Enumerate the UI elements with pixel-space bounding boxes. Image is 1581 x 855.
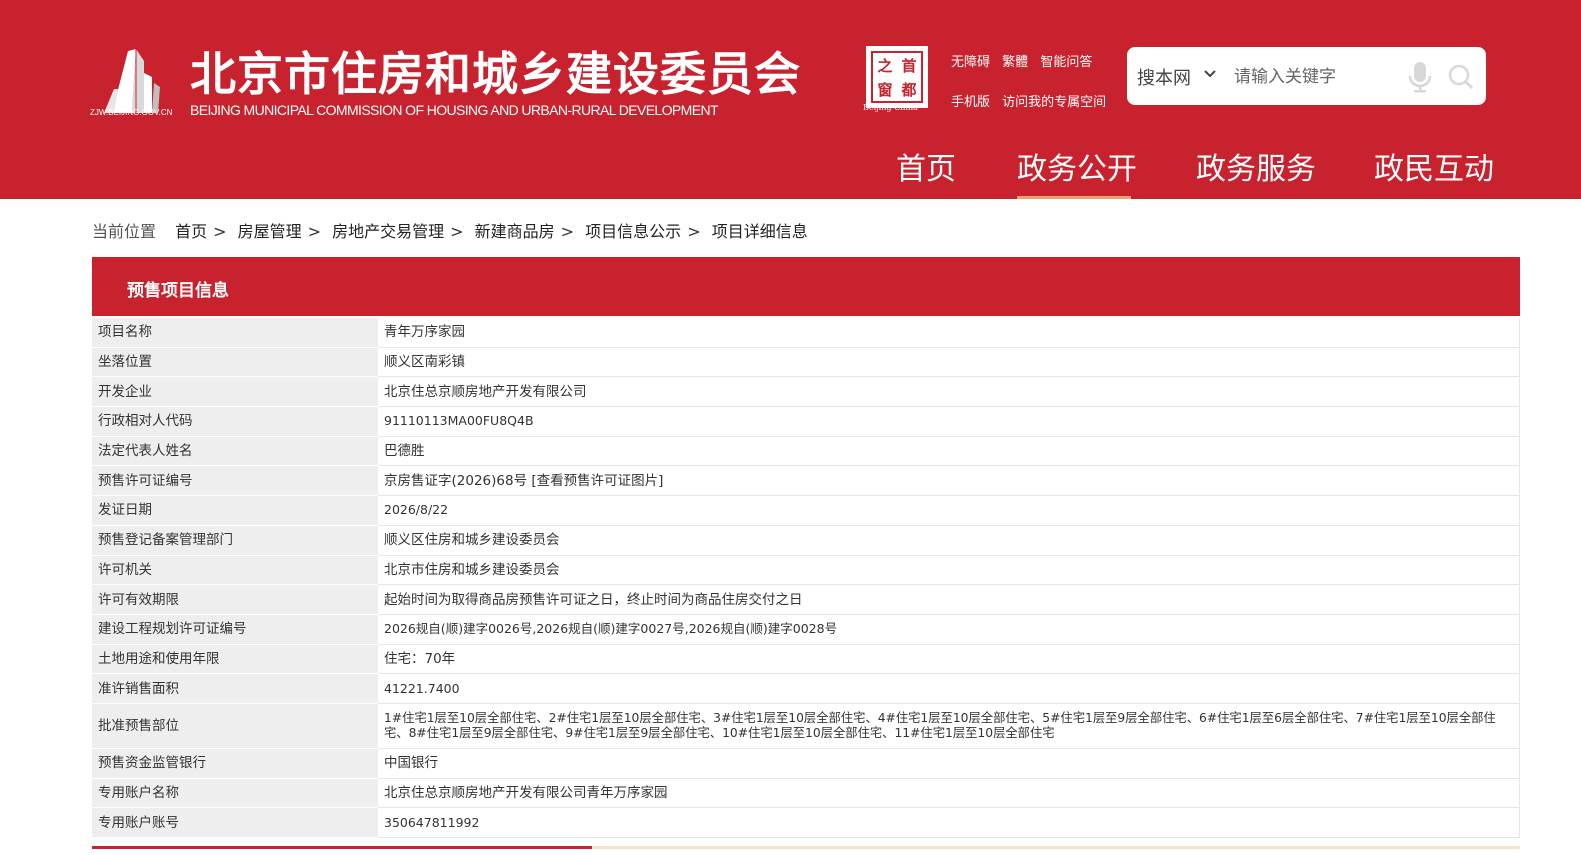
seal-caption: Beijing-China (863, 103, 918, 112)
row-value: 青年万序家园 (378, 318, 1520, 348)
search-scope-select[interactable]: 搜本网 (1137, 64, 1191, 90)
view-permit-image-link[interactable]: [查看预售许可证图片] (531, 473, 663, 489)
panel-header: 预售项目信息 (92, 257, 1520, 316)
seal-char: 窗 (877, 80, 893, 99)
row-value: 2026规自(顺)建字0026号,2026规自(顺)建字0027号,2026规自… (378, 614, 1520, 645)
row-label: 项目名称 (92, 318, 378, 348)
row-value: 巴德胜 (378, 436, 1520, 467)
table-row: 专用账户名称 北京住总京顺房地产开发有限公司青年万序家园 (92, 778, 1520, 809)
row-label: 开发企业 (92, 376, 378, 408)
row-value: 北京住总京顺房地产开发有限公司青年万序家园 (378, 778, 1520, 809)
capital-window-seal-icon[interactable]: 之 首 窗 都 (866, 46, 928, 108)
row-value: 1#住宅1层至10层全部住宅、2#住宅1层至10层全部住宅、3#住宅1层至10层… (378, 703, 1520, 749)
top-links: 无障碍 繁體 智能问答 手机版 访问我的专属空间 (951, 51, 1114, 131)
row-value: 北京市住房和城乡建设委员会 (378, 555, 1520, 586)
row-label: 批准预售部位 (92, 703, 378, 749)
row-label: 预售许可证编号 (92, 465, 378, 497)
personal-space-link[interactable]: 访问我的专属空间 (1002, 95, 1106, 110)
table-row: 预售登记备案管理部门 顺义区住房和城乡建设委员会 (92, 525, 1520, 556)
table-row: 项目名称 青年万序家园 (92, 318, 1520, 348)
row-label: 专用账户名称 (92, 778, 378, 809)
row-value: 91110113MA00FU8Q4B (378, 406, 1520, 437)
breadcrumb-item[interactable]: 新建商品房 (475, 222, 555, 241)
bottom-divider-light (592, 846, 1520, 849)
smart-qa-link[interactable]: 智能问答 (1040, 55, 1092, 70)
row-label: 建设工程规划许可证编号 (92, 614, 378, 645)
breadcrumb-item[interactable]: 首页 (175, 222, 207, 241)
nav-home[interactable]: 首页 (896, 144, 956, 188)
site-title[interactable]: 北京市住房和城乡建设委员会 (190, 38, 801, 104)
row-label: 土地用途和使用年限 (92, 644, 378, 675)
table-row: 坐落位置 顺义区南彩镇 (92, 347, 1520, 378)
table-row: 预售资金监管银行 中国银行 (92, 748, 1520, 779)
nav-government-services[interactable]: 政务服务 (1196, 144, 1316, 188)
presale-info-table: 项目名称 青年万序家园 坐落位置 顺义区南彩镇 开发企业 北京住总京顺房地产开发… (92, 318, 1520, 838)
breadcrumb: 当前位置 首页 > 房屋管理 > 房地产交易管理 > 新建商品房 > 项目信息公示 > 项… (92, 218, 808, 242)
nav-government-affairs-disclosure[interactable]: 政务公开 (1017, 144, 1137, 188)
seal-char: 之 (877, 56, 893, 75)
table-row: 建设工程规划许可证编号 2026规自(顺)建字0026号,2026规自(顺)建字… (92, 614, 1520, 645)
breadcrumb-separator: > (307, 222, 322, 241)
chevron-down-icon[interactable] (1203, 67, 1217, 81)
table-row: 发证日期 2026/8/22 (92, 495, 1520, 526)
site-subtitle: BEIJING MUNICIPAL COMMISSION OF HOUSING … (190, 102, 719, 118)
table-row: 批准预售部位 1#住宅1层至10层全部住宅、2#住宅1层至10层全部住宅、3#住… (92, 703, 1520, 749)
accessibility-link[interactable]: 无障碍 (951, 55, 990, 70)
table-row: 土地用途和使用年限 住宅：70年 (92, 644, 1520, 675)
table-row: 行政相对人代码 91110113MA00FU8Q4B (92, 406, 1520, 437)
row-label: 预售登记备案管理部门 (92, 525, 378, 556)
search-box: 搜本网 (1127, 47, 1486, 105)
table-row: 开发企业 北京住总京顺房地产开发有限公司 (92, 376, 1520, 408)
row-value: 350647811992 (378, 807, 1520, 838)
row-label: 法定代表人姓名 (92, 436, 378, 467)
table-row: 专用账户账号 350647811992 (92, 807, 1520, 838)
table-row: 准许销售面积 41221.7400 (92, 673, 1520, 704)
mobile-version-link[interactable]: 手机版 (951, 95, 990, 110)
traditional-chinese-link[interactable]: 繁體 (1002, 55, 1028, 70)
row-value: 中国银行 (378, 748, 1520, 779)
row-value: 顺义区南彩镇 (378, 347, 1520, 378)
panel-title: 预售项目信息 (127, 281, 229, 301)
seal-char: 首 (901, 56, 917, 75)
row-value: 41221.7400 (378, 673, 1520, 704)
nav-active-indicator (1017, 196, 1131, 199)
row-value: 北京住总京顺房地产开发有限公司 (378, 376, 1520, 408)
breadcrumb-separator: > (687, 222, 701, 241)
row-value: 起始时间为取得商品房预售许可证之日，终止时间为商品住房交付之日 (378, 584, 1520, 615)
breadcrumb-item[interactable]: 房屋管理 (238, 222, 302, 241)
search-input[interactable] (1232, 61, 1396, 93)
row-value: 住宅：70年 (378, 644, 1520, 675)
row-label: 发证日期 (92, 495, 378, 526)
table-row: 许可有效期限 起始时间为取得商品房预售许可证之日，终止时间为商品住房交付之日 (92, 584, 1520, 615)
row-value: 顺义区住房和城乡建设委员会 (378, 525, 1520, 556)
row-label: 预售资金监管银行 (92, 748, 378, 779)
breadcrumb-item[interactable]: 项目详细信息 (712, 222, 808, 241)
table-row: 许可机关 北京市住房和城乡建设委员会 (92, 555, 1520, 586)
microphone-icon[interactable] (1407, 60, 1433, 94)
breadcrumb-current-label: 当前位置 (92, 222, 157, 241)
breadcrumb-separator: > (450, 222, 464, 241)
permit-number: 京房售证字(2026)68号 (384, 472, 528, 489)
row-label: 坐落位置 (92, 347, 378, 378)
logo-domain-text: ZJW.BEIJING.GOV.CN (90, 108, 173, 117)
breadcrumb-item[interactable]: 项目信息公示 (585, 222, 681, 241)
row-label: 许可有效期限 (92, 584, 378, 615)
row-value: 2026/8/22 (378, 495, 1520, 526)
row-label: 许可机关 (92, 555, 378, 586)
table-row: 预售许可证编号 京房售证字(2026)68号 [查看预售许可证图片] (92, 465, 1520, 497)
table-row: 法定代表人姓名 巴德胜 (92, 436, 1520, 467)
bottom-divider (92, 846, 592, 849)
nav-public-interaction[interactable]: 政民互动 (1374, 144, 1494, 188)
main-nav: 首页 政务公开 政务服务 政民互动 (0, 140, 1581, 199)
row-label: 专用账户账号 (92, 807, 378, 838)
row-label: 行政相对人代码 (92, 406, 378, 437)
site-header: ZJW.BEIJING.GOV.CN 北京市住房和城乡建设委员会 BEIJING… (0, 0, 1581, 199)
row-label: 准许销售面积 (92, 673, 378, 704)
row-value: 京房售证字(2026)68号 [查看预售许可证图片] (378, 465, 1520, 497)
search-icon[interactable] (1447, 63, 1475, 91)
breadcrumb-separator: > (213, 222, 227, 241)
breadcrumb-item[interactable]: 房地产交易管理 (332, 222, 444, 241)
breadcrumb-separator: > (560, 222, 575, 241)
seal-char: 都 (901, 80, 917, 99)
